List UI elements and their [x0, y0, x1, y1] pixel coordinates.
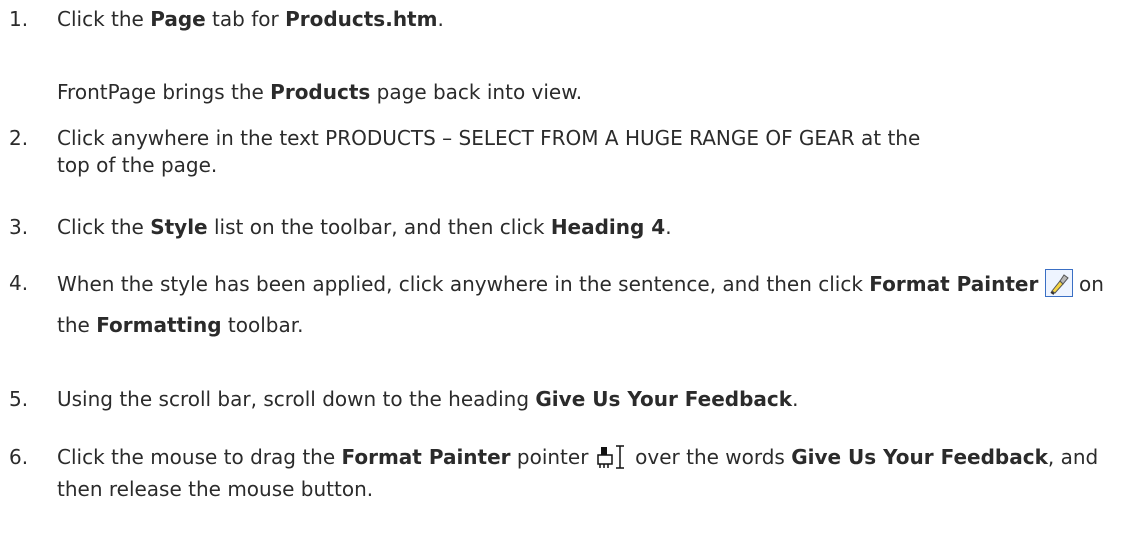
format-painter-pointer-icon — [595, 444, 629, 476]
step-1-result: FrontPage brings the Products page back … — [57, 80, 583, 104]
instructions-document: 1. Click the Page tab for Products.htm. … — [0, 0, 1142, 544]
step-text: When the style has been applied, click a… — [57, 267, 1132, 343]
format-painter-icon — [1044, 269, 1073, 308]
step-number: 5. — [9, 387, 29, 411]
step-number: 2. — [9, 126, 29, 150]
step-number: 4. — [9, 271, 29, 295]
step-text: Using the scroll bar, scroll down to the… — [57, 387, 799, 411]
step-number: 6. — [9, 445, 29, 469]
step-text: Click the Style list on the toolbar, and… — [57, 215, 672, 239]
step-number: 3. — [9, 215, 29, 239]
step-number: 1. — [9, 7, 29, 31]
step-text: Click the Page tab for Products.htm. — [57, 7, 444, 31]
step-text: Click the mouse to drag the Format Paint… — [57, 444, 1099, 501]
step-text: Click anywhere in the text PRODUCTS – SE… — [57, 126, 921, 177]
